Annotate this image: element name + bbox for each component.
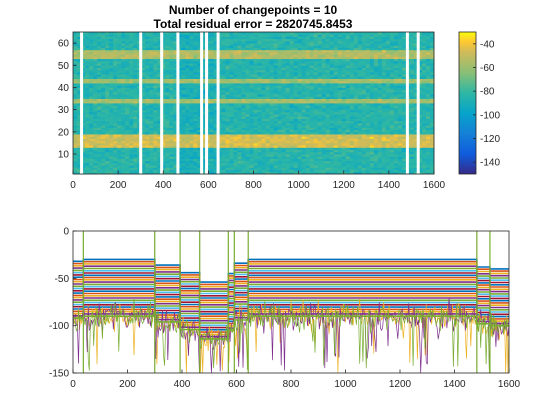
figure-title-line-1: Number of changepoints = 10	[169, 3, 338, 17]
figure-title-line-2: Total residual error = 2820745.8453	[154, 17, 353, 31]
heatmap-cells	[73, 32, 435, 175]
heatmap-chart: 0 200 400 600 800 1000 1200 1400 1600 1020304050…	[58, 31, 446, 191]
figure: Number of changepoints = 10 Total residu…	[49, 3, 521, 390]
